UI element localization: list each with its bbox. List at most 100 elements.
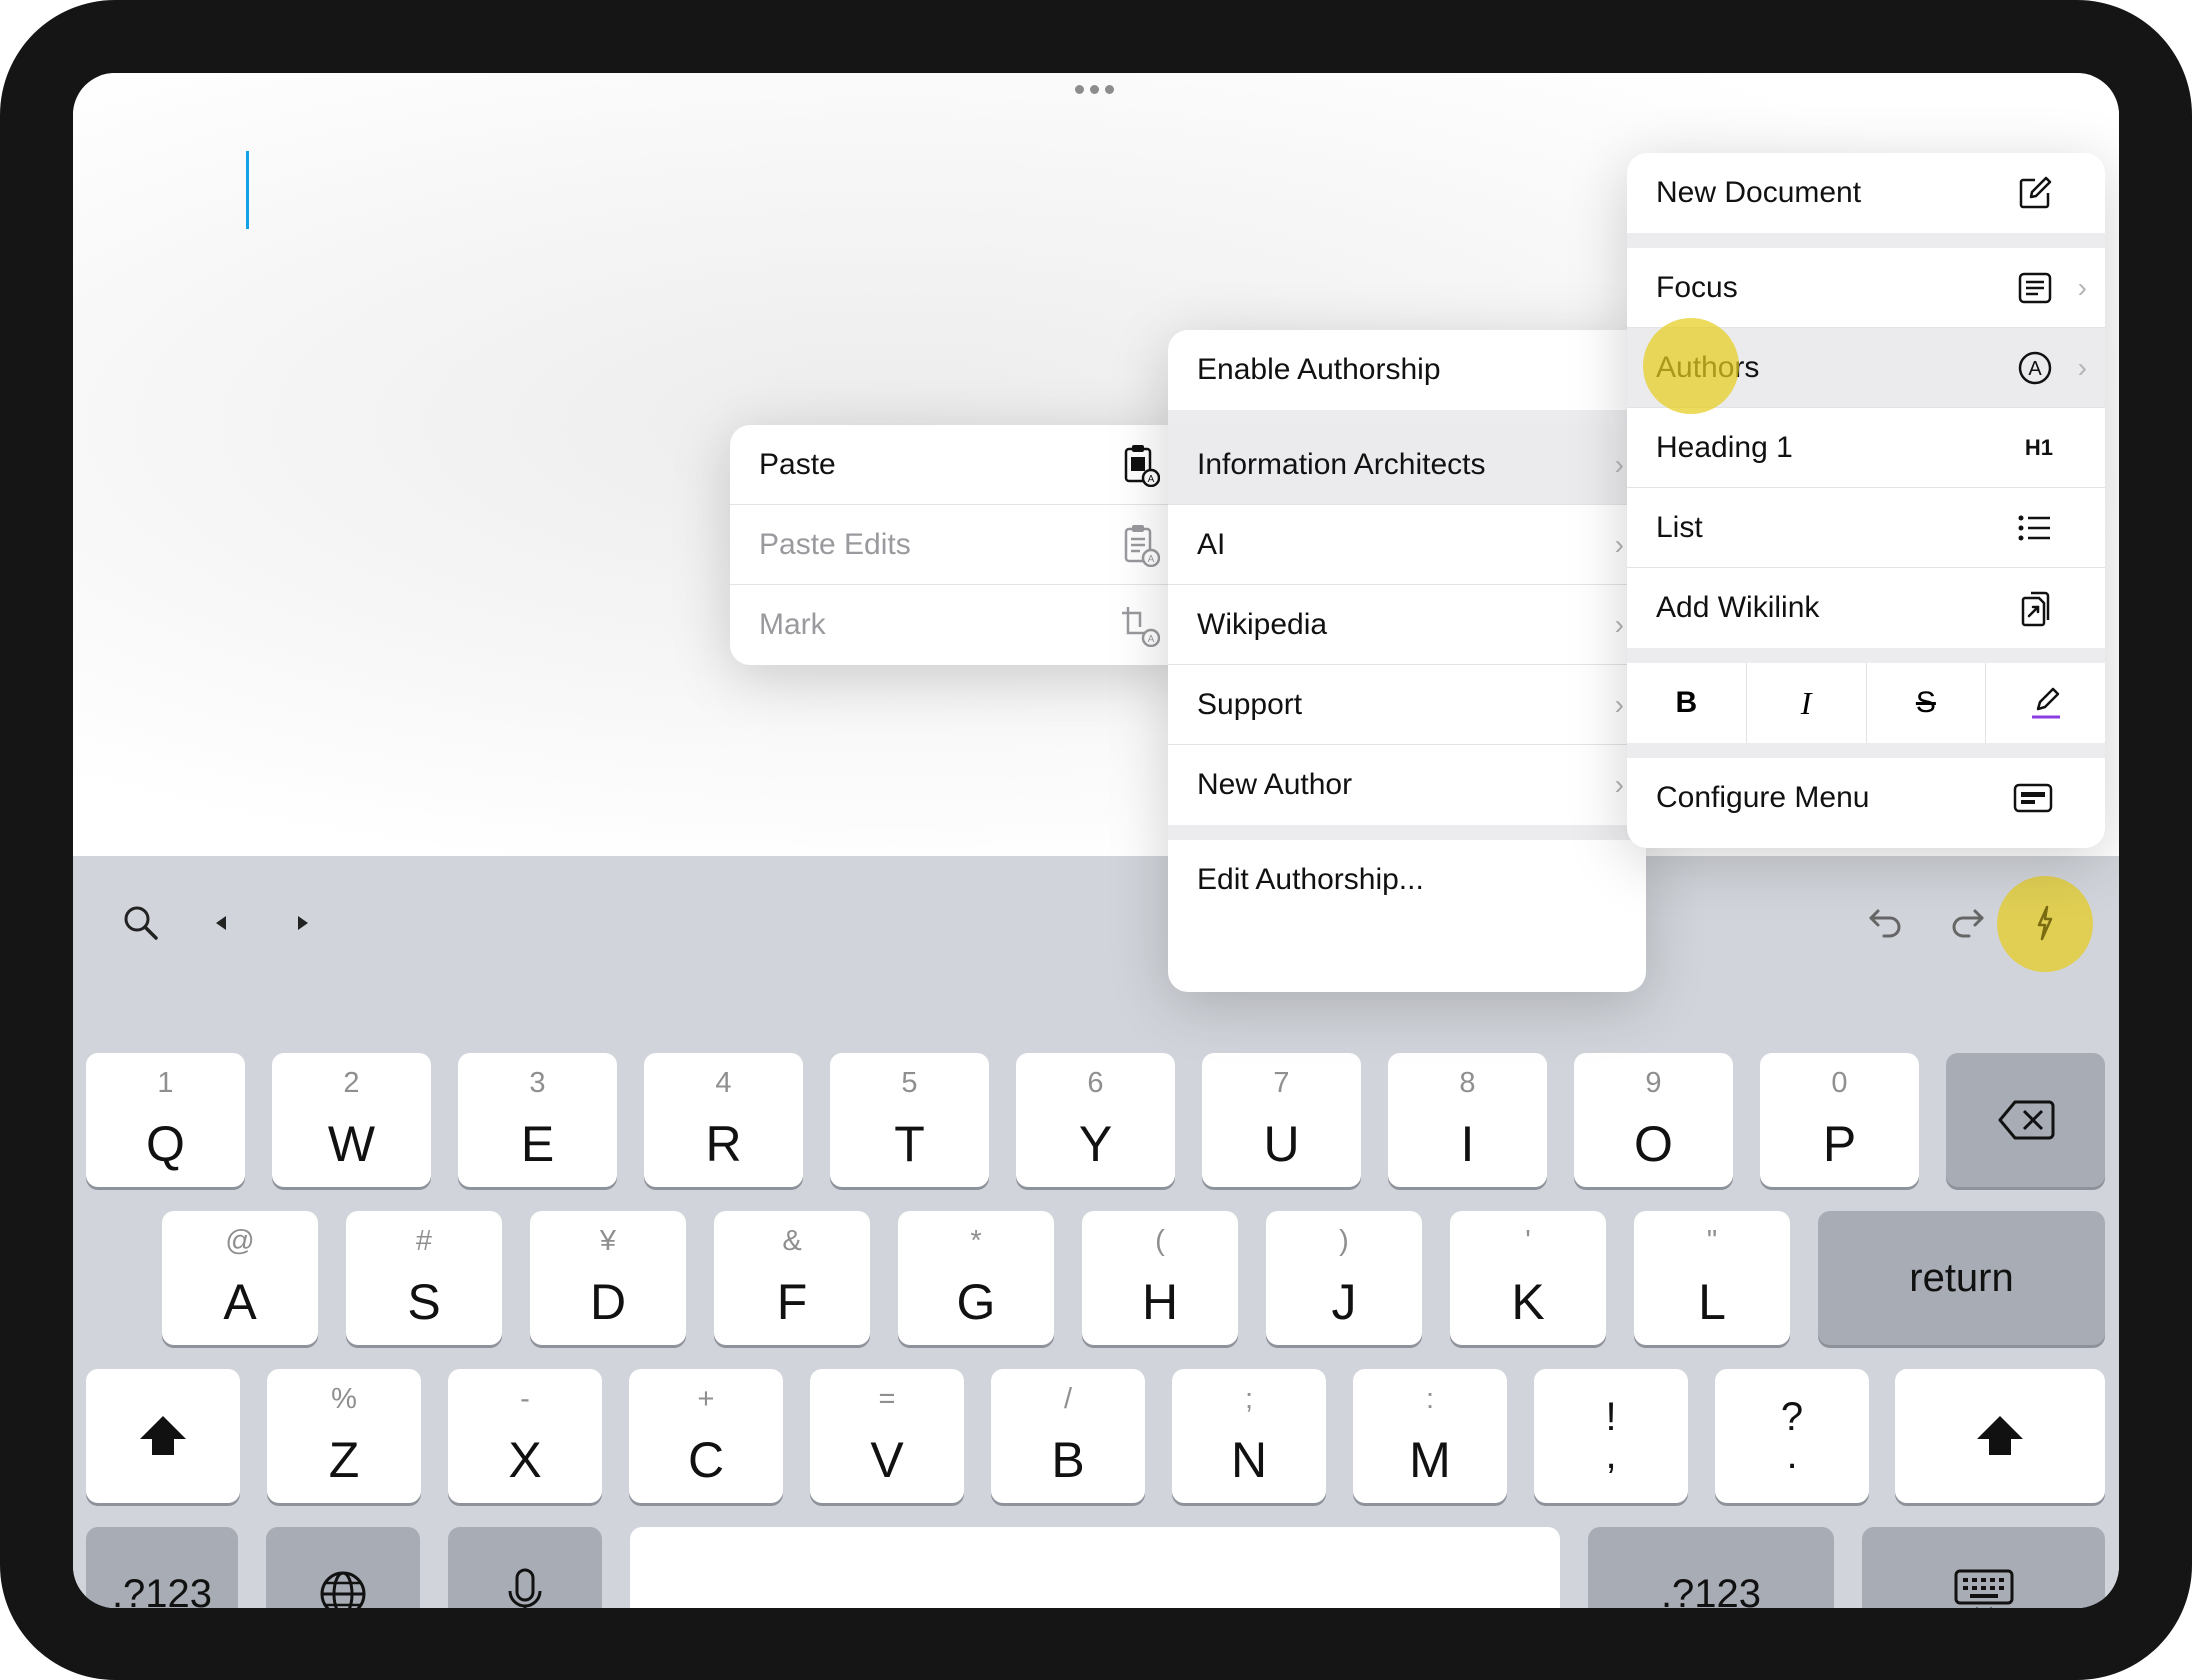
- key-h[interactable]: (H: [1082, 1211, 1238, 1345]
- key-z[interactable]: % Z: [267, 1369, 421, 1503]
- menu-item-label: Enable Authorship: [1197, 353, 1441, 386]
- bold-button[interactable]: B: [1627, 663, 1747, 743]
- key-letter: Z: [328, 1432, 360, 1488]
- multitasking-dots[interactable]: [1075, 85, 1114, 94]
- key-secondary-char: 0: [1831, 1067, 1848, 1099]
- menu-item-information-architects[interactable]: Information Architects ›: [1168, 425, 1646, 505]
- key-r[interactable]: 4R: [644, 1053, 803, 1187]
- menu-item-label: Wikipedia: [1197, 607, 1328, 641]
- numbers-key-right[interactable]: .?123: [1588, 1527, 1834, 1608]
- key-v[interactable]: = V: [810, 1369, 964, 1503]
- key-letter: U: [1263, 1116, 1300, 1172]
- key-secondary-char: 7: [1273, 1067, 1290, 1099]
- key-secondary-char: ': [1525, 1225, 1531, 1257]
- highlight-button[interactable]: [1986, 663, 2105, 743]
- device-frame: return !, ?. .?123 .?123 1 Q 2 W 3 E 4 R…: [0, 0, 2192, 1680]
- menu-item-edit-authorship[interactable]: Edit Authorship...: [1168, 840, 1646, 920]
- undo-icon[interactable]: [1856, 898, 1916, 948]
- key-l[interactable]: " L: [1634, 1211, 1790, 1345]
- compose-icon: [2017, 175, 2053, 211]
- key-secondary-char: &: [782, 1225, 802, 1257]
- dictation-key[interactable]: [448, 1527, 602, 1608]
- menu-item-ai[interactable]: AI ›: [1168, 505, 1646, 585]
- key-secondary-char: @: [225, 1225, 255, 1257]
- shift-key-left[interactable]: [86, 1369, 240, 1503]
- key-d[interactable]: ¥ D: [530, 1211, 686, 1345]
- key-s[interactable]: # S: [346, 1211, 502, 1345]
- delete-key[interactable]: [1946, 1053, 2105, 1187]
- key-w[interactable]: 2W: [272, 1053, 431, 1187]
- key-secondary-char: 4: [715, 1067, 732, 1099]
- chevron-right-icon: ›: [1614, 528, 1624, 560]
- menu-item-wikipedia[interactable]: Wikipedia ›: [1168, 585, 1646, 665]
- menu-item-heading-1[interactable]: Heading 1 H1: [1627, 408, 2105, 488]
- key-letter: I: [1460, 1116, 1475, 1172]
- menu-item-label: Information Architects: [1197, 447, 1486, 481]
- hide-keyboard-key[interactable]: [1862, 1527, 2105, 1608]
- space-bar[interactable]: [630, 1527, 1560, 1608]
- menu-item-new-author[interactable]: New Author ›: [1168, 745, 1646, 825]
- menu-item-mark[interactable]: Mark A: [730, 585, 1190, 665]
- focus-icon: [2017, 271, 2053, 305]
- shift-key-right[interactable]: [1895, 1369, 2105, 1503]
- key-u[interactable]: 7U: [1202, 1053, 1361, 1187]
- menu-item-label: New Author: [1197, 768, 1353, 801]
- svg-text:A: A: [1148, 554, 1155, 565]
- menu-item-enable-authorship[interactable]: Enable Authorship: [1168, 330, 1646, 410]
- shortcut-bolt-icon[interactable]: [2013, 898, 2077, 948]
- globe-key[interactable]: [266, 1527, 420, 1608]
- search-icon[interactable]: [111, 898, 171, 948]
- keyboard: return !, ?. .?123 .?123 1 Q 2 W 3 E 4 R…: [73, 856, 2119, 1608]
- key-b[interactable]: / B: [991, 1369, 1145, 1503]
- key-j[interactable]: ) J: [1266, 1211, 1422, 1345]
- key-m[interactable]: :M: [1353, 1369, 1507, 1503]
- globe-icon: [266, 1527, 420, 1608]
- chevron-right-icon: ›: [1614, 769, 1624, 800]
- italic-button[interactable]: I: [1747, 663, 1867, 743]
- strikethrough-button[interactable]: S: [1867, 663, 1987, 743]
- key-letter: Q: [146, 1116, 185, 1172]
- menu-item-list[interactable]: List: [1627, 488, 2105, 568]
- key-i[interactable]: 8I: [1388, 1053, 1547, 1187]
- key-y[interactable]: 6Y: [1016, 1053, 1175, 1187]
- key-secondary-char: 1: [157, 1067, 174, 1099]
- key-letter: V: [870, 1432, 904, 1488]
- key-g[interactable]: * G: [898, 1211, 1054, 1345]
- menu-item-paste-edits[interactable]: Paste Edits A: [730, 505, 1190, 585]
- svg-text:A: A: [2028, 358, 2042, 380]
- key-a[interactable]: @ A: [162, 1211, 318, 1345]
- key-t[interactable]: 5T: [830, 1053, 989, 1187]
- key-f[interactable]: & F: [714, 1211, 870, 1345]
- key-question-period[interactable]: ?.: [1715, 1369, 1869, 1503]
- menu-item-add-wikilink[interactable]: Add Wikilink: [1627, 568, 2105, 648]
- return-key[interactable]: return: [1818, 1211, 2105, 1345]
- key-secondary-char: *: [970, 1225, 982, 1257]
- key-letter: H: [1141, 1274, 1179, 1330]
- menu-item-support[interactable]: Support ›: [1168, 665, 1646, 745]
- caret-left-icon[interactable]: [201, 898, 241, 948]
- tap-highlight: [1643, 318, 1739, 414]
- key-o[interactable]: 9O: [1574, 1053, 1733, 1187]
- menu-item-new-document[interactable]: New Document: [1627, 153, 2105, 233]
- menu-item-configure-menu[interactable]: Configure Menu: [1627, 758, 2105, 838]
- key-c[interactable]: + C: [629, 1369, 783, 1503]
- key-exclaim-comma[interactable]: !,: [1534, 1369, 1688, 1503]
- menu-item-paste[interactable]: Paste A: [730, 425, 1190, 505]
- menu-item-focus[interactable]: Focus ›: [1627, 248, 2105, 328]
- key-k[interactable]: ' K: [1450, 1211, 1606, 1345]
- key-letter: T: [894, 1116, 925, 1172]
- main-menu: New Document Focus › Authors A › Heading…: [1627, 153, 2105, 848]
- key-n[interactable]: ; N: [1172, 1369, 1326, 1503]
- caret-right-icon[interactable]: [283, 898, 323, 948]
- wikilink-icon: [2019, 588, 2053, 628]
- redo-icon[interactable]: [1937, 898, 1997, 948]
- numbers-key-left[interactable]: .?123: [86, 1527, 238, 1608]
- key-x[interactable]: -X: [448, 1369, 602, 1503]
- key-e[interactable]: 3E: [458, 1053, 617, 1187]
- key-q[interactable]: 1Q: [86, 1053, 245, 1187]
- key-p[interactable]: 0P: [1760, 1053, 1919, 1187]
- key-secondary-char: ;: [1244, 1383, 1254, 1415]
- configure-icon: [2013, 783, 2053, 813]
- chevron-right-icon: ›: [1614, 448, 1624, 480]
- key-letter: O: [1634, 1116, 1673, 1172]
